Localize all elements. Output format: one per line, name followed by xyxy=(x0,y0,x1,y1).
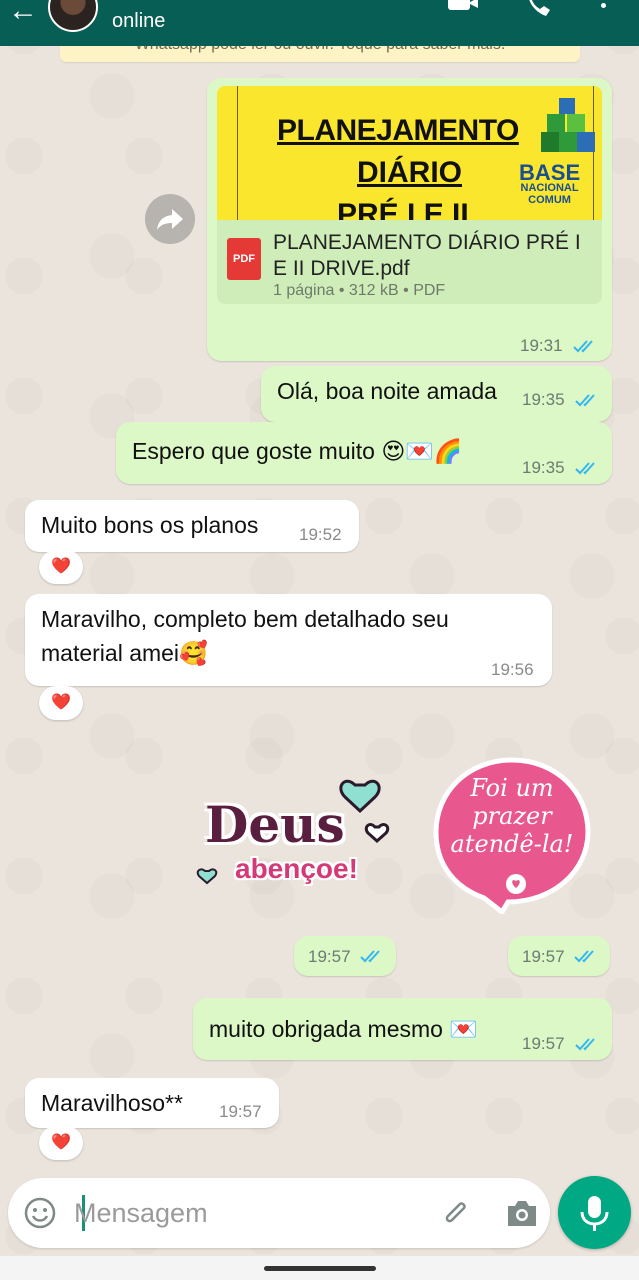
sticker-text: Foi um prazer atendê-la! xyxy=(450,774,574,858)
message-time: 19:57 xyxy=(522,947,565,966)
message-text: Maravilhoso** xyxy=(41,1090,183,1116)
menu-icon[interactable] xyxy=(596,0,610,24)
attach-icon[interactable] xyxy=(438,1196,474,1232)
phone-icon[interactable] xyxy=(524,0,560,24)
document-filename: PLANEJAMENTO DIÁRIO PRÉ I E II DRIVE.pdf xyxy=(273,231,581,280)
outgoing-message[interactable]: muito obrigada mesmo 💌 19:57 xyxy=(193,998,612,1060)
message-text: Muito bons os planos xyxy=(41,512,259,538)
cubes-logo-icon xyxy=(541,98,595,152)
message-time: 19:57 xyxy=(219,1102,262,1121)
document-message[interactable]: PLANEJAMENTO DIÁRIO PRÉ I E II BASE NACI… xyxy=(207,78,612,361)
forward-button[interactable] xyxy=(145,194,195,244)
forward-icon xyxy=(157,209,183,230)
mic-icon xyxy=(580,1196,609,1231)
double-check-icon xyxy=(573,338,599,354)
message-time: 19:35 xyxy=(522,390,565,409)
home-gesture-pill[interactable] xyxy=(264,1266,376,1271)
double-check-icon xyxy=(575,392,601,408)
outgoing-message[interactable]: Espero que goste muito 😍💌🌈 19:35 xyxy=(116,422,612,484)
message-input[interactable] xyxy=(74,1192,414,1234)
heart-reaction[interactable]: ❤️ xyxy=(39,1126,83,1160)
camera-icon[interactable] xyxy=(504,1198,540,1230)
message-composer xyxy=(8,1178,550,1248)
heart-reaction[interactable]: ❤️ xyxy=(39,550,83,584)
back-arrow-icon[interactable]: ← xyxy=(8,0,38,28)
message-text-line1: Maravilho, completo bem detalhado seu xyxy=(41,606,449,632)
pdf-icon: PDF xyxy=(227,238,261,280)
outgoing-message[interactable]: Olá, boa noite amada 19:35 xyxy=(261,366,612,422)
preview-subtitle: DIÁRIO xyxy=(357,156,462,189)
double-check-icon xyxy=(575,460,601,476)
message-time: 19:52 xyxy=(299,525,342,544)
double-check-icon xyxy=(574,948,600,964)
sticker-time-bubble: 19:57 xyxy=(508,936,610,976)
emoji-icon[interactable] xyxy=(24,1197,56,1229)
sticker-time-bubble: 19:57 xyxy=(294,936,396,976)
document-info[interactable]: PDF PLANEJAMENTO DIÁRIO PRÉ I E II DRIVE… xyxy=(217,220,602,304)
chat-header: ← online xyxy=(0,0,639,46)
sticker-text-2: abençoe! xyxy=(235,853,358,884)
incoming-message[interactable]: Maravilho, completo bem detalhado seu ma… xyxy=(25,594,552,686)
document-preview[interactable]: PLANEJAMENTO DIÁRIO PRÉ I E II BASE NACI… xyxy=(217,86,602,220)
avatar[interactable] xyxy=(48,0,98,32)
incoming-message[interactable]: Muito bons os planos 19:52 xyxy=(25,500,359,552)
double-check-icon xyxy=(360,948,386,964)
message-text-line2: material amei🥰 xyxy=(41,640,208,666)
mic-button[interactable] xyxy=(558,1176,631,1249)
message-time: 19:56 xyxy=(491,660,534,679)
video-call-icon[interactable] xyxy=(446,0,482,24)
heart-reaction[interactable]: ❤️ xyxy=(39,686,83,720)
document-meta: 1 página • 312 kB • PDF xyxy=(273,282,446,299)
sticker-text-1: Deus xyxy=(205,795,345,854)
double-check-icon xyxy=(575,1036,601,1052)
message-time: 19:35 xyxy=(522,458,565,477)
message-time: 19:57 xyxy=(308,947,351,966)
preview-subtitle-2: PRÉ I E II xyxy=(337,198,469,220)
sticker-deus-abencoe[interactable]: Deus abençoe! xyxy=(195,775,405,905)
message-text: muito obrigada mesmo 💌 xyxy=(209,1016,478,1042)
sticker-foi-um-prazer[interactable]: Foi um prazer atendê-la! xyxy=(432,756,592,916)
preview-title: PLANEJAMENTO xyxy=(277,114,519,147)
message-text: Olá, boa noite amada xyxy=(277,378,497,404)
message-time: 19:57 xyxy=(522,1034,565,1053)
base-nacional-logo: BASE NACIONAL COMUM xyxy=(519,160,581,207)
message-time: 19:31 xyxy=(520,336,563,355)
contact-status: online xyxy=(112,10,166,32)
incoming-message[interactable]: Maravilhoso** 19:57 xyxy=(25,1078,279,1128)
message-text: Espero que goste muito 😍💌🌈 xyxy=(132,438,463,464)
